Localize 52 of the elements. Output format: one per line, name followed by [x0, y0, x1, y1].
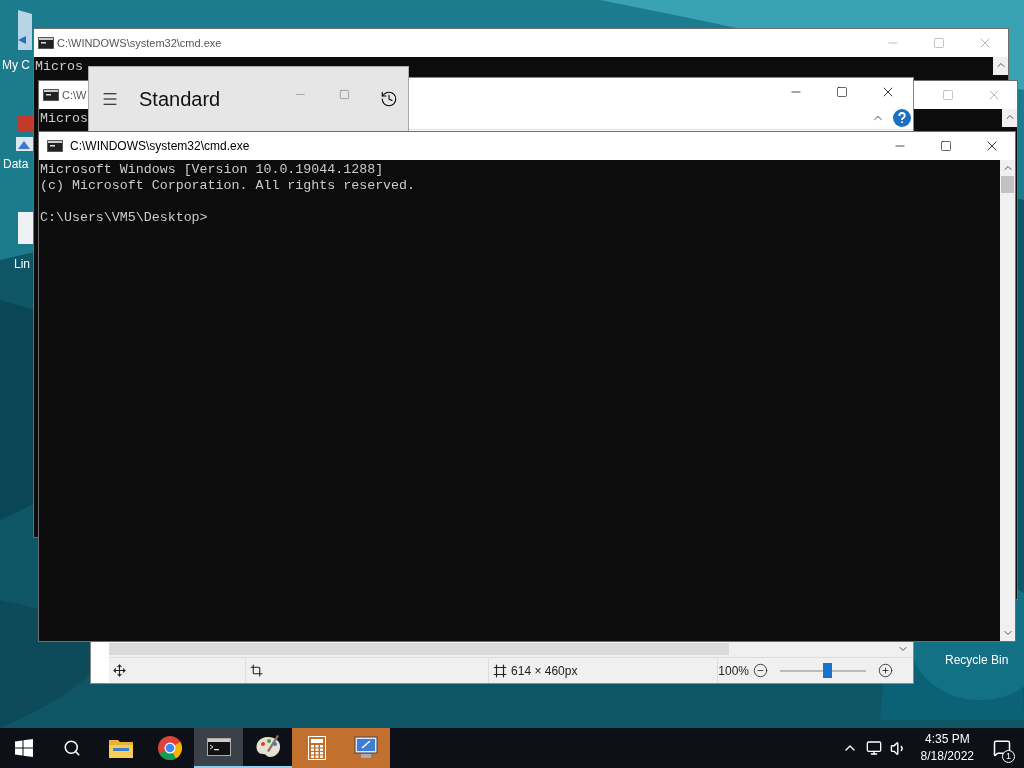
clock[interactable]: 4:35 PM 8/18/2022 [914, 731, 980, 765]
menu-icon[interactable] [101, 90, 119, 108]
window-title: C:\WINDOWS\system32\cmd.exe [57, 35, 222, 51]
history-icon[interactable] [380, 90, 398, 108]
desktop-icon-label[interactable]: Recycle Bin [945, 653, 1009, 667]
maximize-icon[interactable] [339, 88, 350, 100]
browser-icon [157, 736, 182, 760]
folder-icon [108, 738, 133, 758]
monitor-icon [353, 736, 378, 760]
maximize-icon [940, 140, 952, 152]
canvas-size-icon [493, 663, 508, 678]
network-icon[interactable] [865, 740, 882, 756]
scrollbar[interactable] [993, 57, 1008, 75]
scrollbar[interactable] [1002, 109, 1017, 127]
console-line: Micros [40, 111, 88, 127]
console-icon [206, 738, 231, 756]
maximize-icon [942, 89, 954, 101]
calculator-icon [307, 736, 326, 760]
console-line: (c) Microsoft Corporation. All rights reserved. [40, 178, 416, 194]
zoom-slider[interactable] [780, 662, 866, 679]
notification-count: 1 [1002, 750, 1015, 763]
desktop-icon-label[interactable]: My C [2, 58, 30, 72]
console-icon [47, 140, 63, 152]
window-title: C:\W [62, 87, 87, 103]
scrollbar[interactable] [1000, 160, 1015, 641]
console-icon [38, 37, 54, 49]
console-prompt: C:\Users\VM5\Desktop> [40, 210, 208, 226]
notification-icon [993, 739, 1011, 757]
zoom-in-icon[interactable] [878, 663, 893, 678]
console-line: Microsoft Windows [Version 10.0.19044.1288] [40, 162, 384, 178]
move-icon [113, 664, 126, 677]
taskbar-app-button[interactable] [194, 728, 243, 768]
console-icon [43, 89, 59, 101]
desktop-icon-label[interactable]: Lin [14, 257, 30, 271]
scroll-thumb[interactable] [1001, 176, 1014, 193]
window-title: C:\WINDOWS\system32\cmd.exe [70, 138, 250, 155]
database-icon[interactable] [14, 115, 33, 153]
slider-thumb[interactable] [823, 662, 833, 678]
selection-icon [249, 664, 263, 677]
canvas-size: 614 × 460px [511, 662, 578, 680]
calculator-mode: Standard [139, 87, 221, 112]
zoom-level: 100% [718, 662, 749, 680]
zoom-out-icon[interactable] [753, 663, 768, 678]
console-line: Micros [35, 59, 83, 75]
palette-icon [254, 735, 281, 759]
search-icon [63, 739, 81, 757]
notification-button[interactable]: 1 [980, 728, 1024, 768]
maximize-icon [933, 37, 945, 49]
windows-logo-icon [15, 739, 33, 757]
desktop-icon-label[interactable]: Data [3, 157, 29, 171]
maximize-icon [836, 86, 848, 98]
help-icon[interactable] [893, 108, 911, 127]
